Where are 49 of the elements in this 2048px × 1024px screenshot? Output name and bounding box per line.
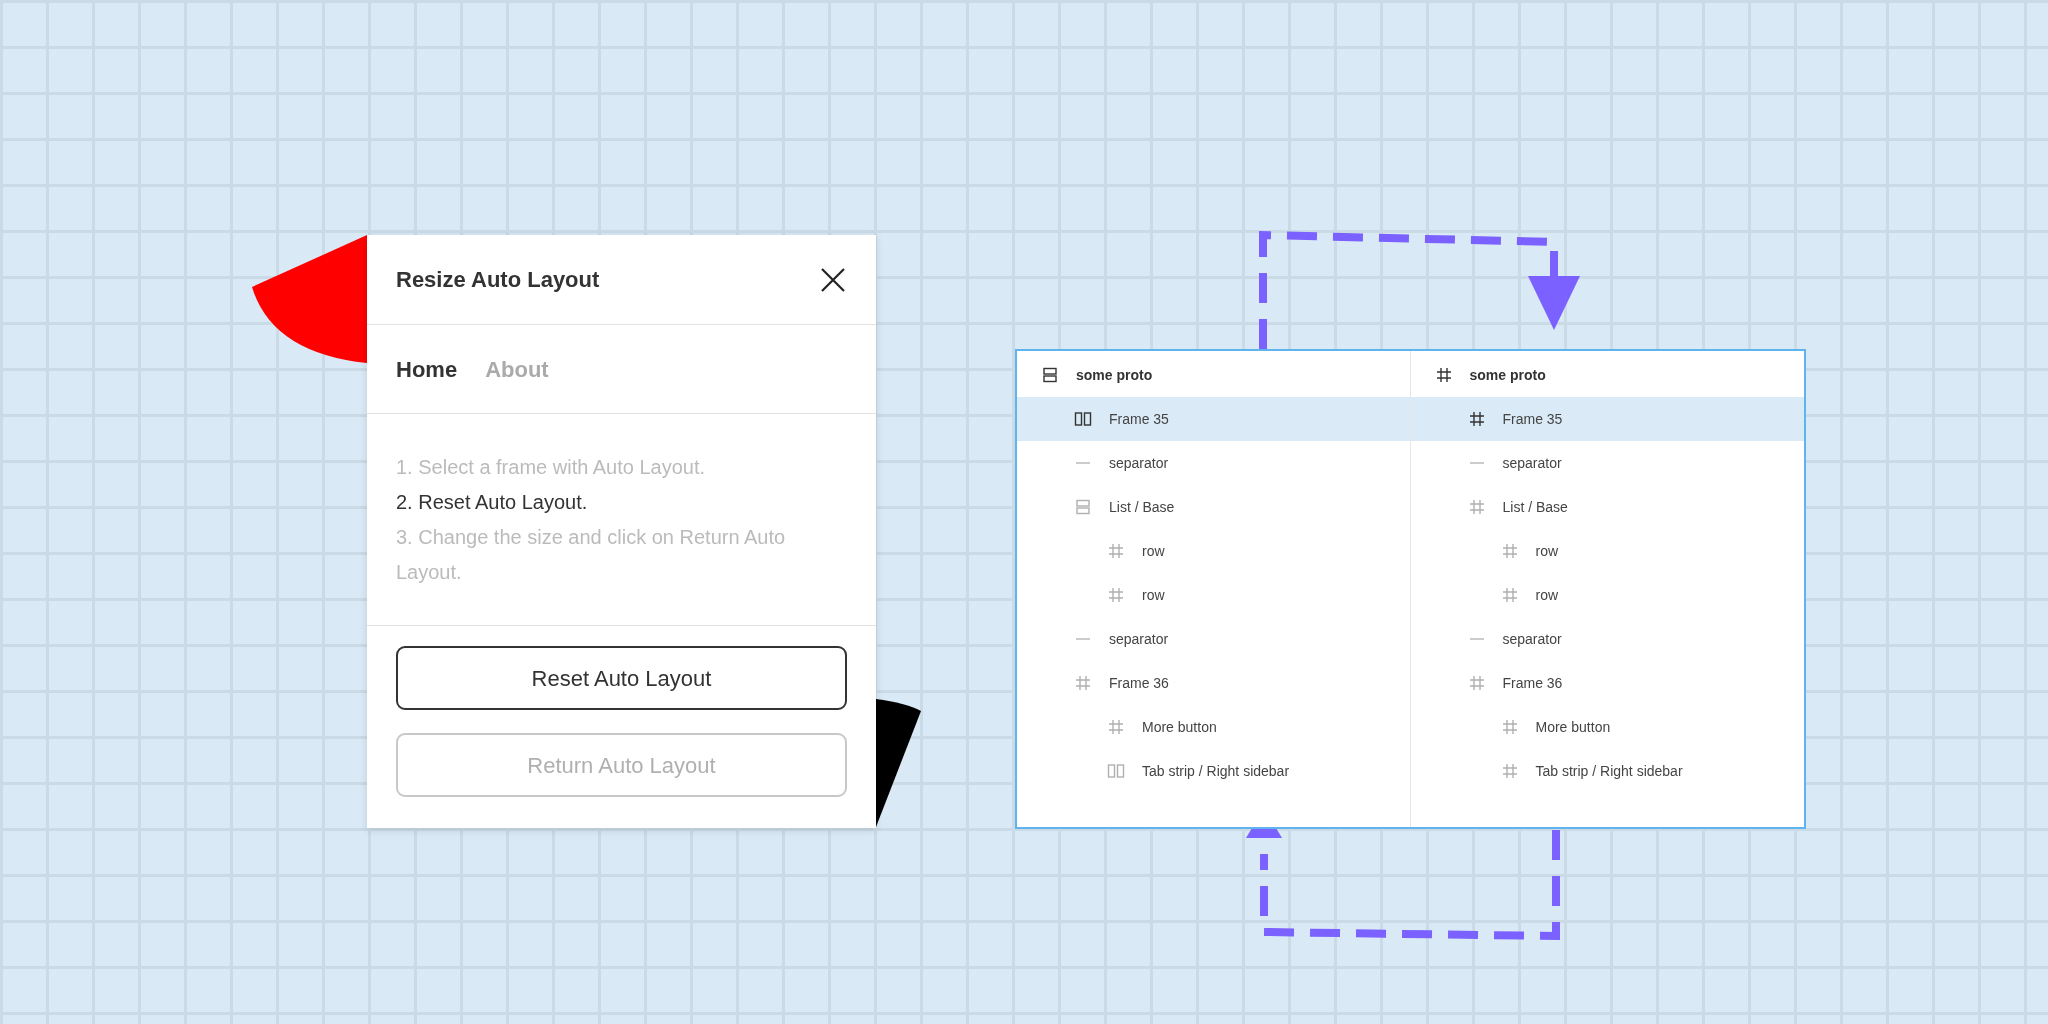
- hash-icon: [1075, 675, 1091, 691]
- close-icon[interactable]: [819, 265, 847, 294]
- line-icon: [1468, 461, 1485, 465]
- layer-name: List / Base: [1502, 497, 1568, 517]
- layer-name: separator: [1502, 453, 1562, 473]
- layer-name: Tab strip / Right sidebar: [1535, 761, 1683, 781]
- hash-icon: [1468, 411, 1485, 427]
- line-icon: [1075, 461, 1091, 465]
- layer-name: separator: [1502, 629, 1562, 649]
- instruction-step: 1. Select a frame with Auto Layout.: [396, 450, 847, 485]
- layer-name: Frame 35: [1109, 409, 1169, 429]
- layer-row[interactable]: Frame 35: [1017, 397, 1410, 441]
- layer-name: some proto: [1469, 365, 1546, 385]
- layer-name: row: [1535, 585, 1559, 605]
- layer-name: Frame 36: [1109, 673, 1169, 693]
- instruction-step: 2. Reset Auto Layout.: [396, 485, 847, 520]
- hash-icon: [1501, 763, 1518, 779]
- line-icon: [1075, 637, 1091, 641]
- layer-name: separator: [1109, 453, 1169, 473]
- hash-icon: [1501, 719, 1518, 735]
- vertical-stack-icon: [1042, 367, 1058, 383]
- action-button[interactable]: Reset Auto Layout: [396, 646, 847, 710]
- hash-icon: [1501, 543, 1518, 559]
- layer-name: Frame 35: [1502, 409, 1563, 429]
- hash-icon: [1435, 367, 1452, 383]
- hash-icon: [1468, 675, 1485, 691]
- horizontal-stack-icon: [1074, 411, 1092, 427]
- vertical-stack-icon: [1075, 499, 1091, 515]
- hash-icon: [1108, 719, 1124, 735]
- layer-row[interactable]: Frame 35: [1410, 397, 1804, 441]
- layer-name: row: [1535, 541, 1559, 561]
- hash-icon: [1108, 543, 1124, 559]
- hash-icon: [1468, 499, 1485, 515]
- layer-name: row: [1142, 541, 1165, 561]
- instruction-step: 3. Change the size and click on Return Auto Layout.: [396, 520, 847, 590]
- line-icon: [1468, 637, 1485, 641]
- window-title: Resize Auto Layout: [396, 266, 600, 294]
- tab[interactable]: Home: [396, 352, 458, 386]
- layer-name: Tab strip / Right sidebar: [1142, 761, 1290, 781]
- layer-name: List / Base: [1109, 497, 1175, 517]
- layer-name: More button: [1142, 717, 1217, 737]
- hash-icon: [1501, 587, 1518, 603]
- hash-icon: [1108, 587, 1124, 603]
- layer-name: More button: [1535, 717, 1611, 737]
- layer-name: separator: [1109, 629, 1169, 649]
- layer-name: Frame 36: [1502, 673, 1563, 693]
- layer-name: some proto: [1076, 365, 1153, 385]
- horizontal-stack-icon: [1107, 763, 1125, 779]
- layer-name: row: [1142, 585, 1165, 605]
